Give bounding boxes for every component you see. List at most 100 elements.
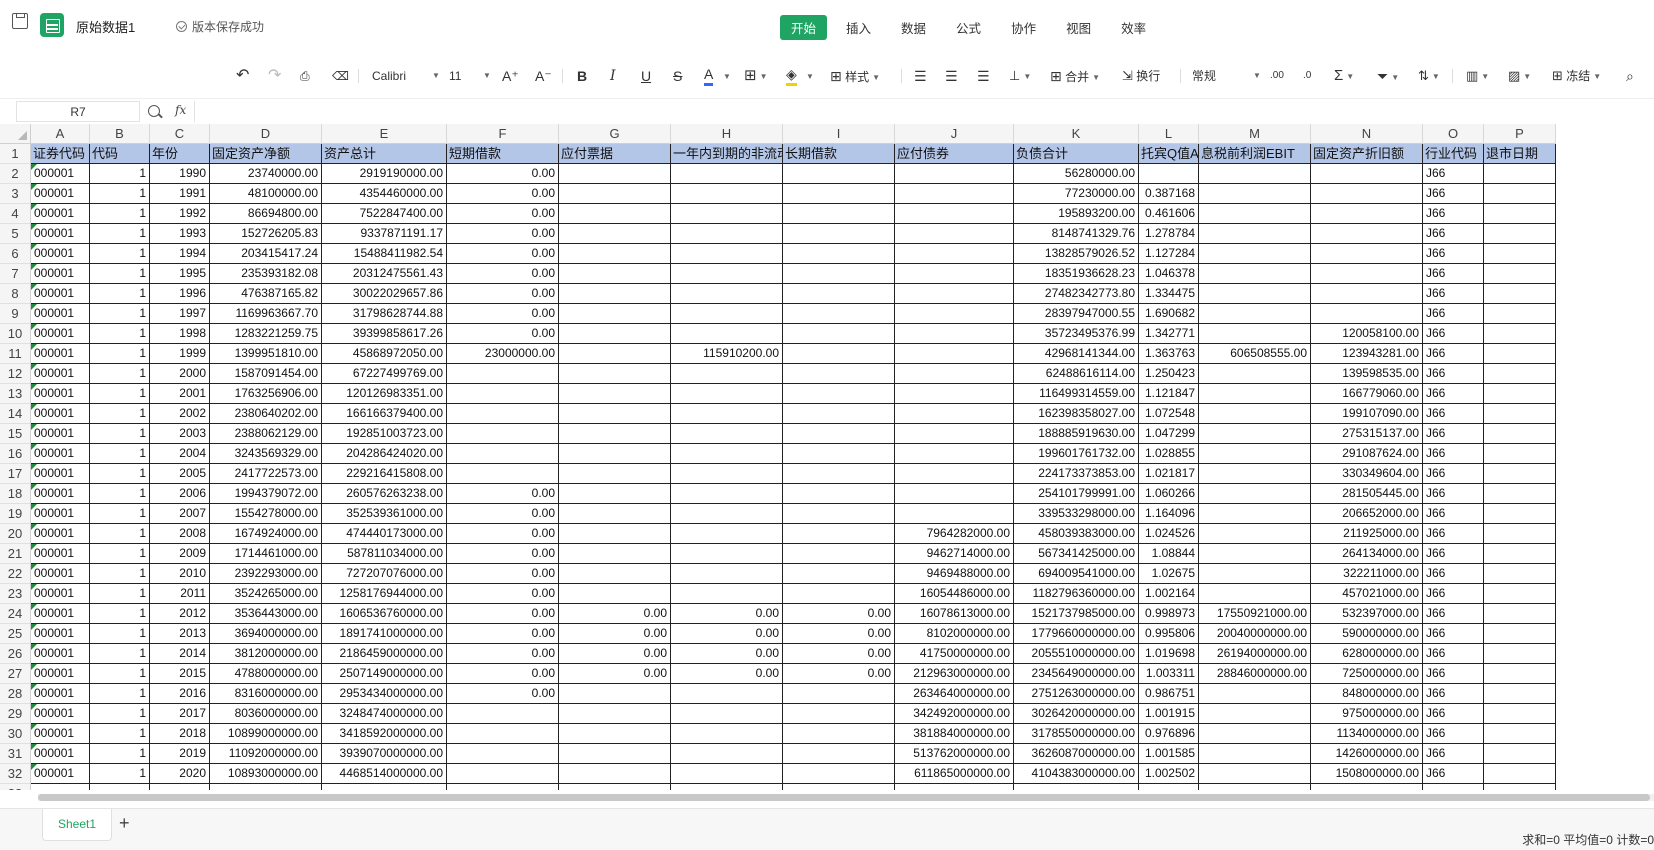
table-cell[interactable]	[1484, 164, 1556, 184]
table-cell[interactable]: 31798628744.88	[322, 304, 447, 324]
column-title-cell[interactable]: 息税前利润EBIT	[1199, 144, 1311, 164]
table-cell[interactable]	[1484, 384, 1556, 404]
table-cell[interactable]: 1283221259.75	[210, 324, 322, 344]
table-cell[interactable]: 725000000.00	[1311, 664, 1423, 684]
table-cell[interactable]: J66	[1423, 404, 1484, 424]
table-cell[interactable]: 224173373853.00	[1014, 464, 1139, 484]
table-cell[interactable]: 62488616114.00	[1014, 364, 1139, 384]
table-cell[interactable]: 0.00	[447, 644, 559, 664]
row-header[interactable]: 13	[0, 384, 31, 404]
table-cell[interactable]: 0.00	[447, 564, 559, 584]
table-cell[interactable]: 41750000000.00	[895, 644, 1014, 664]
table-cell[interactable]: 567341425000.00	[1014, 544, 1139, 564]
row-header[interactable]: 25	[0, 624, 31, 644]
table-cell[interactable]	[895, 264, 1014, 284]
table-cell[interactable]	[895, 244, 1014, 264]
table-cell[interactable]	[559, 444, 671, 464]
table-cell[interactable]: 10899000000.00	[210, 724, 322, 744]
table-cell[interactable]: 260576263238.00	[322, 484, 447, 504]
sort-icon[interactable]: ⇅ ▼	[1418, 66, 1440, 86]
style-button[interactable]: ⊞ 样式 ▼	[830, 66, 880, 86]
table-cell[interactable]: J66	[1423, 384, 1484, 404]
table-cell[interactable]: 67227499769.00	[322, 364, 447, 384]
table-cell[interactable]	[1484, 604, 1556, 624]
table-cell[interactable]: 1	[90, 444, 150, 464]
row-header[interactable]: 20	[0, 524, 31, 544]
decrease-font-icon[interactable]: A⁻	[535, 66, 552, 86]
tab-efficiency[interactable]: 效率	[1110, 15, 1157, 40]
table-cell[interactable]: 11092000000.00	[210, 744, 322, 764]
table-cell[interactable]: 1	[90, 464, 150, 484]
table-cell[interactable]: 1.001915	[1139, 704, 1199, 724]
table-cell[interactable]	[1311, 244, 1423, 264]
column-title-cell[interactable]: 代码	[90, 144, 150, 164]
table-cell[interactable]	[783, 724, 895, 744]
table-cell[interactable]	[783, 564, 895, 584]
table-cell[interactable]: 000001	[31, 764, 90, 784]
sheet-tab-sheet1[interactable]: Sheet1	[42, 809, 112, 841]
table-cell[interactable]: 10893000000.00	[210, 764, 322, 784]
table-cell[interactable]: 1993	[150, 224, 210, 244]
table-cell[interactable]: 0.00	[447, 684, 559, 704]
table-cell[interactable]	[447, 384, 559, 404]
table-cell[interactable]	[783, 764, 895, 784]
table-cell[interactable]	[671, 584, 783, 604]
table-cell[interactable]: 0.00	[447, 264, 559, 284]
table-cell[interactable]	[322, 784, 447, 790]
table-cell[interactable]	[559, 344, 671, 364]
strikethrough-button[interactable]: S	[673, 66, 682, 86]
table-cell[interactable]	[671, 484, 783, 504]
column-title-cell[interactable]: 一年内到期的非流动负债	[671, 144, 783, 164]
table-cell[interactable]: 28846000000.00	[1199, 664, 1311, 684]
table-cell[interactable]: 1.250423	[1139, 364, 1199, 384]
column-title-cell[interactable]: 年份	[150, 144, 210, 164]
table-cell[interactable]	[447, 764, 559, 784]
row-header[interactable]: 16	[0, 444, 31, 464]
table-cell[interactable]	[1423, 784, 1484, 790]
table-cell[interactable]	[559, 784, 671, 790]
underline-button[interactable]: U	[641, 66, 651, 86]
table-cell[interactable]: 1.002164	[1139, 584, 1199, 604]
table-cell[interactable]: 000001	[31, 564, 90, 584]
table-cell[interactable]: 9337871191.17	[322, 224, 447, 244]
row-header[interactable]: 1	[0, 144, 31, 164]
table-cell[interactable]	[1311, 284, 1423, 304]
column-header-f[interactable]: F	[447, 124, 559, 144]
table-cell[interactable]: 0.00	[447, 484, 559, 504]
table-cell[interactable]	[1199, 184, 1311, 204]
table-cell[interactable]	[559, 704, 671, 724]
table-cell[interactable]: 4468514000000.00	[322, 764, 447, 784]
table-cell[interactable]: 1.001585	[1139, 744, 1199, 764]
table-cell[interactable]	[559, 204, 671, 224]
table-cell[interactable]: 0.00	[783, 604, 895, 624]
table-cell[interactable]: 0.00	[447, 624, 559, 644]
table-cell[interactable]	[1139, 164, 1199, 184]
table-cell[interactable]: 139598535.00	[1311, 364, 1423, 384]
table-cell[interactable]: 0.00	[671, 604, 783, 624]
column-title-cell[interactable]: 负债合计	[1014, 144, 1139, 164]
row-header[interactable]: 2	[0, 164, 31, 184]
table-cell[interactable]: 0.00	[671, 624, 783, 644]
table-cell[interactable]: 000001	[31, 424, 90, 444]
table-cell[interactable]: 16054486000.00	[895, 584, 1014, 604]
table-cell[interactable]: 2005	[150, 464, 210, 484]
table-cell[interactable]	[1484, 504, 1556, 524]
table-cell[interactable]	[1484, 744, 1556, 764]
table-cell[interactable]: 0.00	[447, 544, 559, 564]
column-header-d[interactable]: D	[210, 124, 322, 144]
table-cell[interactable]	[895, 284, 1014, 304]
eraser-icon[interactable]: ⌫	[332, 66, 349, 86]
table-cell[interactable]: 0.00	[671, 664, 783, 684]
table-cell[interactable]: 0.00	[447, 504, 559, 524]
table-cell[interactable]: 291087624.00	[1311, 444, 1423, 464]
table-cell[interactable]	[671, 744, 783, 764]
table-cell[interactable]	[671, 304, 783, 324]
table-cell[interactable]: 3418592000000.00	[322, 724, 447, 744]
table-cell[interactable]	[559, 304, 671, 324]
table-cell[interactable]: 000001	[31, 304, 90, 324]
row-header[interactable]: 33	[0, 784, 31, 790]
table-cell[interactable]: 1	[90, 744, 150, 764]
number-format-select[interactable]: 常规 ▼	[1192, 66, 1274, 86]
table-cell[interactable]: 7964282000.00	[895, 524, 1014, 544]
table-cell[interactable]	[559, 364, 671, 384]
